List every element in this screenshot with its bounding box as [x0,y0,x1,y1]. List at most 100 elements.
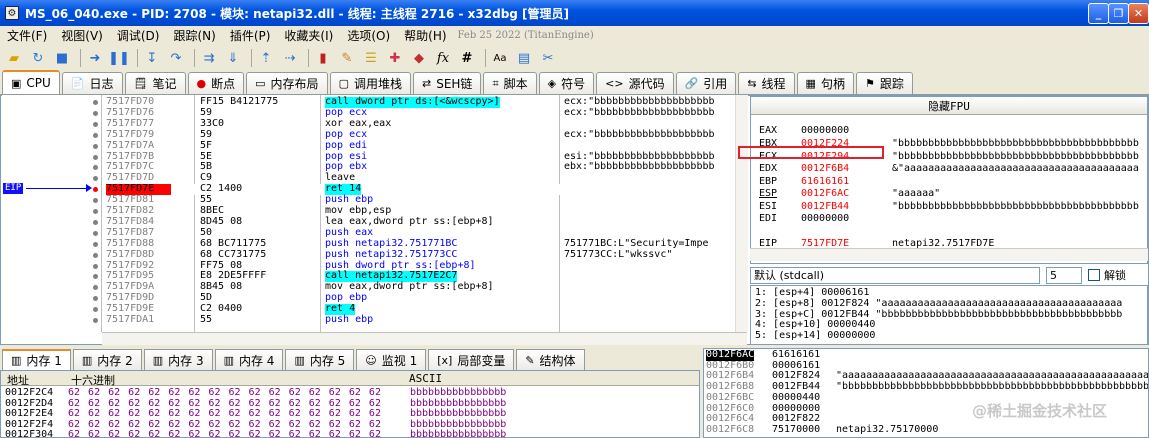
tab-call-stack[interactable]: ▢ 调用堆栈 [329,72,411,94]
menu-help[interactable]: 帮助(H) [397,27,453,44]
menu-options[interactable]: 选项(O) [340,27,397,44]
menu-favourites[interactable]: 收藏夹(I) [277,27,340,44]
register-value[interactable]: 00000000 [801,125,849,138]
disasm-row[interactable]: 7517FD7D C9 leave [102,172,747,184]
labels-icon[interactable]: ✚ [385,48,405,68]
highlight-icon[interactable]: ▤ [514,48,534,68]
disassembly-hscrollbar[interactable] [102,332,747,345]
unlock-checkbox[interactable] [1088,269,1100,281]
font-icon[interactable]: Aa [490,48,510,68]
disasm-comment: 751771BC:L"Security=Impe [564,237,709,249]
notes-icon: 🗒 [133,77,148,90]
stack-view[interactable]: 0012F6AC 61616161 0012F6B0 00006161 0012F6B4… [703,348,1149,438]
dump-tab-8[interactable]: ✎ 结构体 [516,349,585,370]
register-value[interactable]: 00000000 [801,213,849,226]
patch-icon[interactable]: ✎ [337,48,357,68]
disasm-row[interactable]: 7517FD9E C2 0400 ret 4 [102,303,747,315]
stack-row[interactable]: 0012F6B8 0012FB44 "bbbbbbbbbbbbbbbbbbbbbbb… [704,381,1148,393]
disasm-row[interactable]: 7517FD76 59 pop ecx ecx:"bbbbbbbbbbbbbbbbbb… [102,107,747,119]
disassembly-view[interactable]: 7517FD70 FF15 B4121775 call dword ptr ds:[… [102,95,747,332]
menu-view[interactable]: 视图(V) [54,27,110,44]
tab-references[interactable]: 🔗 引用 [675,72,737,94]
tab-notes[interactable]: 🗒 笔记 [124,72,186,94]
trace-into-icon[interactable]: ⇉ [199,48,219,68]
disasm-row[interactable]: 7517FD88 68 BC711775 push netapi32.751771B… [102,237,747,250]
disasm-row[interactable]: 7517FD7A 5F pop edi [102,140,747,152]
tab-handles[interactable]: ▦ 句柄 [796,72,854,94]
disasm-row[interactable]: 7517FD7C 5B pop ebx ebx:"bbbbbbbbbbbbbbbbbb… [102,161,747,173]
minimize-button[interactable]: _ [1088,3,1109,24]
trace-over-icon[interactable]: ⇓ [223,48,243,68]
dump-tab-3[interactable]: ▥ 内存 3 [143,349,213,370]
functions-icon[interactable]: fx [433,48,453,68]
register-value[interactable]: 0012FB44 [801,201,849,214]
register-value[interactable]: 0012F6AC [801,188,849,201]
tab-symbols[interactable]: ◈ 符号 [538,72,595,94]
disasm-row[interactable]: 7517FD9A 8B45 08 mov eax,dword ptr ss:[ebp… [102,281,747,293]
dump-tab-4[interactable]: ▥ 内存 4 [214,349,284,370]
disasm-row[interactable]: 7517FD9D 5D pop ebp [102,292,747,304]
menu-plugins[interactable]: 插件(P) [223,27,278,44]
open-icon[interactable]: ▰ [4,48,24,68]
maximize-button[interactable]: ❐ [1108,3,1129,24]
tab-cpu[interactable]: ▣ CPU [2,70,60,94]
step-over-icon[interactable]: ↷ [166,48,186,68]
scylla-icon[interactable]: ▮ [313,48,333,68]
disasm-row[interactable]: 7517FDA1 55 push ebp [102,314,747,326]
jump-gutter[interactable] [2,95,102,332]
pause-icon[interactable]: ❚❚ [108,48,130,68]
dump-tab-1[interactable]: ▥ 内存 1 [2,349,71,370]
registers-scrollbar[interactable] [750,248,1148,261]
execute-till-return-icon[interactable]: ⇡ [256,48,276,68]
eip-row[interactable]: 7517FD7E C2 1400 ret 14 [102,183,747,196]
hash-icon[interactable]: # [457,48,477,68]
disasm-row[interactable]: 7517FD79 59 pop ecx ecx:"bbbbbbbbbbbbbbbbbb… [102,128,747,141]
comments-icon[interactable]: ☰ [361,48,381,68]
hide-fpu-button[interactable]: 隐藏FPU [751,97,1147,115]
stack-row[interactable]: 0012F6C8 75170000 netapi32.75170000 [704,424,1148,436]
tab-seh[interactable]: ⇄ SEH链 [412,72,482,94]
tab-label: 跟踪 [879,77,904,91]
close-button[interactable]: ✕ [1128,3,1149,24]
memory-dump[interactable]: 地址 十六进制 ASCII 0012F2C4 62 62 62 62 62 62 … [0,370,700,438]
menu-debug[interactable]: 调试(D) [110,27,167,44]
menu-trace[interactable]: 跟踪(N) [166,27,222,44]
tab-label: 引用 [703,77,728,91]
argument-row[interactable]: 2: [esp+8] 0012F824 "aaaaaaaaaaaaaaaaaaa… [755,298,1122,310]
restart-icon[interactable]: ↻ [28,48,48,68]
tab-memory-map[interactable]: ▭ 内存布局 [246,72,328,94]
disasm-row[interactable]: 7517FD8D 68 CC731775 push netapi32.751773C… [102,249,747,261]
dump-icon: ▥ [152,353,164,367]
stop-icon[interactable]: ■ [52,48,72,68]
step-into-icon[interactable]: ↧ [142,48,162,68]
stack-row[interactable]: 0012F6AC 61616161 [704,349,1148,361]
tab-threads[interactable]: ⇆ 线程 [738,72,795,94]
disasm-instruction: pop ecx [325,128,368,140]
bookmarks-icon[interactable]: ◆ [409,48,429,68]
tab-trace[interactable]: ⚑ 跟踪 [855,72,913,94]
toolbar-separator [80,49,81,67]
call-convention-select[interactable]: 默认 (stdcall) [750,266,1040,284]
disasm-row[interactable]: 7517FD81 55 push ebp [102,194,747,206]
preferences-icon[interactable]: ✂ [538,48,558,68]
tab-breakpoints[interactable]: ● 断点 [187,72,245,94]
argument-row[interactable]: 5: [esp+14] 00000000 [755,331,875,342]
dump-tab-7[interactable]: [x] 局部变量 [428,349,515,370]
disasm-row[interactable]: 7517FD84 8D45 08 lea eax,dword ptr ss:[ebp… [102,216,747,228]
disassembly-scrollbar[interactable] [735,95,748,332]
dump-tab-6[interactable]: ☺ 监视 1 [356,349,427,370]
run-icon[interactable]: ➜ [85,48,105,68]
register-value[interactable]: 61616161 [801,176,849,189]
tab-script[interactable]: ⌗ 脚本 [483,72,537,94]
tab-source[interactable]: <> 源代码 [596,72,674,94]
menu-file[interactable]: 文件(F) [0,27,54,44]
gutter-dot-icon [93,132,98,138]
register-name: ESI [759,201,778,212]
dump-tab-2[interactable]: ▥ 内存 2 [72,349,142,370]
tab-log[interactable]: 📄 日志 [61,72,123,94]
dump-tab-5[interactable]: ▥ 内存 5 [285,349,355,370]
arg-count-spinner[interactable]: 5 [1046,266,1082,284]
run-to-user-code-icon[interactable]: ⇢ [280,48,300,68]
register-value[interactable]: 0012F6B4 [801,163,849,176]
argument-row[interactable]: 1: [esp+4] 00006161 [755,287,869,299]
